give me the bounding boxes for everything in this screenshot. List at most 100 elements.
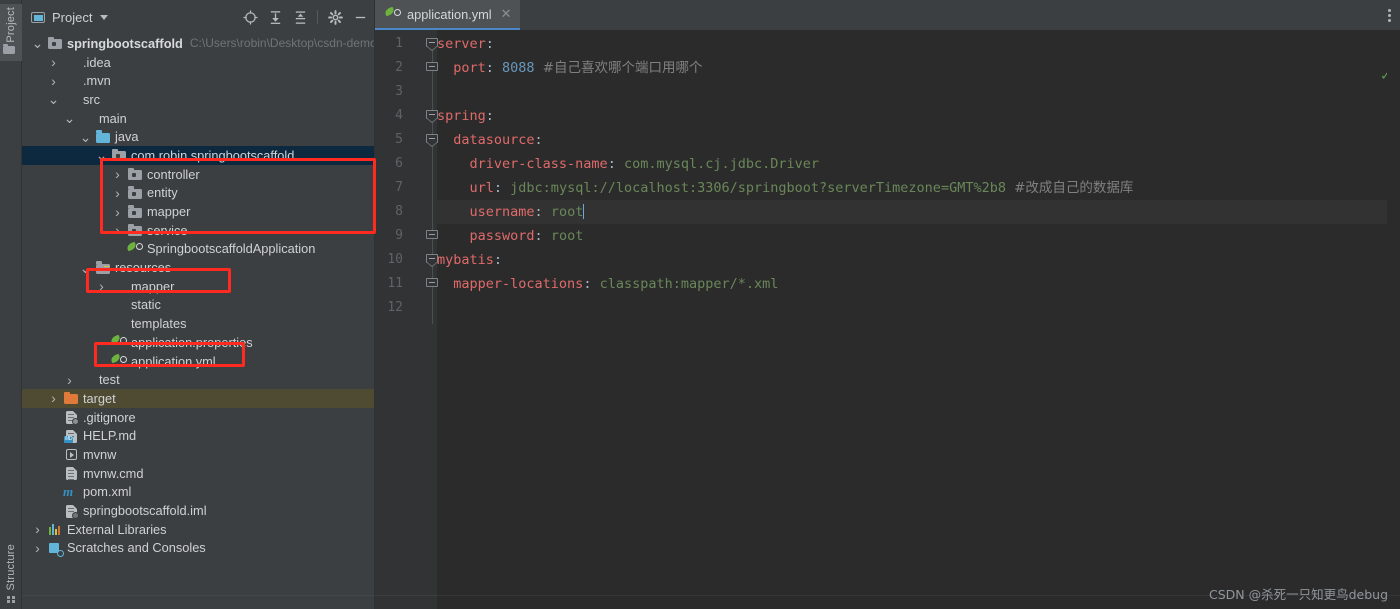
folder-gray-icon xyxy=(111,297,127,313)
chevron-right-icon[interactable]: › xyxy=(96,278,107,294)
tree-item-test[interactable]: › test xyxy=(22,370,375,389)
project-view-selector[interactable]: Project xyxy=(30,9,109,25)
tree-item-label: mapper xyxy=(147,204,191,220)
tree-item-main[interactable]: ⌄ main xyxy=(22,109,375,128)
code-token: #自己喜欢哪个端口用哪个 xyxy=(542,60,703,76)
rail-button-structure[interactable]: Structure xyxy=(0,544,22,603)
tab-application-yml[interactable]: application.yml ✕ xyxy=(375,0,520,30)
chevron-down-icon[interactable] xyxy=(100,14,109,20)
tree-item-mvnw[interactable]: mvnw xyxy=(22,445,375,464)
toolbar-separator xyxy=(317,10,318,24)
left-tool-rail: Project Structure xyxy=(0,0,22,609)
chevron-right-icon[interactable]: › xyxy=(112,185,123,201)
tree-item-com-robin-springbootscaffold[interactable]: ⌄ com.robin.springbootscaffold xyxy=(22,146,375,165)
tree-item-target[interactable]: › target xyxy=(22,389,375,408)
hide-panel-icon[interactable] xyxy=(349,6,371,28)
spring-config-icon xyxy=(110,334,127,350)
chevron-down-icon[interactable]: ⌄ xyxy=(96,148,108,162)
code-line-12[interactable] xyxy=(437,296,1400,320)
tree-item-resources[interactable]: ⌄ resources xyxy=(22,258,375,277)
code-editor[interactable]: 1 2 3 4 5 6 7 8 9 10 11 12 server: port: 8088 #自己喜欢… xyxy=(375,30,1400,609)
tree-item--gitignore[interactable]: .gitignore xyxy=(22,408,375,427)
tree-item-controller[interactable]: › controller xyxy=(22,165,375,184)
project-file-tree[interactable]: ⌄ springbootscaffold C:\Users\robin\Deskto… xyxy=(22,34,375,609)
chevron-right-icon[interactable]: › xyxy=(32,521,43,537)
tree-item-springbootscaffold-iml[interactable]: springbootscaffold.iml xyxy=(22,501,375,520)
tree-item-templates[interactable]: templates xyxy=(22,314,375,333)
chevron-down-icon[interactable]: ⌄ xyxy=(80,130,92,144)
chevron-right-icon[interactable]: › xyxy=(112,204,123,220)
tree-item-java[interactable]: ⌄ java xyxy=(22,127,375,146)
tree-item-label: Scratches and Consoles xyxy=(67,540,206,556)
tree-item-service[interactable]: › service xyxy=(22,221,375,240)
tree-item-label: service xyxy=(147,222,188,238)
chevron-right-icon[interactable]: › xyxy=(32,540,43,556)
code-line-7[interactable]: url: jdbc:mysql://localhost:3306/springb… xyxy=(437,176,1400,200)
code-line-8[interactable]: username: root xyxy=(437,200,1400,224)
rail-button-project[interactable]: Project xyxy=(0,4,22,61)
code-token: username xyxy=(437,204,535,220)
chevron-right-icon[interactable]: › xyxy=(112,166,123,182)
code-line-11[interactable]: mapper-locations: classpath:mapper/*.xml xyxy=(437,272,1400,296)
tab-bar-spacer xyxy=(520,0,1379,30)
code-token: : xyxy=(493,180,511,196)
code-line-10[interactable]: mybatis: xyxy=(437,248,1400,272)
code-token: server xyxy=(437,36,486,52)
settings-gear-icon[interactable] xyxy=(324,6,346,28)
chevron-right-icon[interactable]: › xyxy=(112,222,123,238)
expand-all-icon[interactable] xyxy=(264,6,286,28)
code-line-4[interactable]: spring: xyxy=(437,104,1400,128)
tree-item-entity[interactable]: › entity xyxy=(22,184,375,203)
code-line-3[interactable] xyxy=(437,80,1400,104)
tree-item-application-yml[interactable]: application.yml xyxy=(22,352,375,371)
code-token: : xyxy=(607,156,624,172)
code-line-2[interactable]: port: 8088 #自己喜欢哪个端口用哪个 xyxy=(437,56,1400,80)
tree-item-static[interactable]: static xyxy=(22,296,375,315)
tree-item--idea[interactable]: › .idea xyxy=(22,53,375,72)
tree-item--mvn[interactable]: › .mvn xyxy=(22,71,375,90)
editor-tab-bar: application.yml ✕ xyxy=(375,0,1400,30)
tree-item-src[interactable]: ⌄ src xyxy=(22,90,375,109)
chevron-right-icon[interactable]: › xyxy=(48,54,59,70)
code-content[interactable]: server: port: 8088 #自己喜欢哪个端口用哪个 spring: d… xyxy=(437,30,1400,609)
chevron-down-icon[interactable]: ⌄ xyxy=(48,92,60,106)
tree-item-application-properties[interactable]: application.properties xyxy=(22,333,375,352)
tree-item-external-libraries[interactable]: › External Libraries xyxy=(22,520,375,539)
tree-item-label: com.robin.springbootscaffold xyxy=(131,147,295,163)
folder-gray-icon xyxy=(79,372,95,388)
editor-gutter[interactable]: 1 2 3 4 5 6 7 8 9 10 11 12 xyxy=(375,30,438,609)
tree-item-label: test xyxy=(99,372,120,388)
chevron-right-icon[interactable]: › xyxy=(48,73,59,89)
scroll-from-source-icon[interactable] xyxy=(239,6,261,28)
tree-item-label: controller xyxy=(147,166,200,182)
tree-item-mapper[interactable]: › mapper xyxy=(22,202,375,221)
folder-gray-icon xyxy=(63,91,79,107)
tree-item-scratches-and-consoles[interactable]: › Scratches and Consoles xyxy=(22,539,375,558)
tree-item-springbootscaffold[interactable]: ⌄ springbootscaffold C:\Users\robin\Deskto… xyxy=(22,34,375,53)
tree-item-pom-xml[interactable]: m pom.xml xyxy=(22,483,375,502)
project-tool-window: Project ⌄ springbootscaffold C:\Users\ro… xyxy=(22,0,375,609)
tree-item-springbootscaffoldapplication[interactable]: SpringbootscaffoldApplication xyxy=(22,240,375,259)
chevron-down-icon[interactable]: ⌄ xyxy=(80,261,92,275)
tree-item-mvnw-cmd[interactable]: mvnw.cmd xyxy=(22,464,375,483)
code-line-9[interactable]: password: root xyxy=(437,224,1400,248)
tree-item-label: .mvn xyxy=(83,73,111,89)
resources-folder-icon xyxy=(95,260,111,276)
code-line-6[interactable]: driver-class-name: com.mysql.cj.jdbc.Dri… xyxy=(437,152,1400,176)
code-line-5[interactable]: datasource: xyxy=(437,128,1400,152)
code-line-1[interactable]: server: xyxy=(437,32,1400,56)
more-options-icon[interactable] xyxy=(1379,0,1400,30)
code-token: spring xyxy=(437,108,486,124)
editor-scrollbar[interactable] xyxy=(1387,60,1400,609)
code-token: datasource xyxy=(437,132,535,148)
chevron-down-icon[interactable]: ⌄ xyxy=(32,36,44,50)
close-icon[interactable]: ✕ xyxy=(501,6,512,22)
line-number: 8 xyxy=(395,204,403,219)
tree-item-help-md[interactable]: MD HELP.md xyxy=(22,426,375,445)
collapse-all-icon[interactable] xyxy=(289,6,311,28)
chevron-right-icon[interactable]: › xyxy=(64,372,75,388)
project-panel-header: Project xyxy=(22,0,375,34)
chevron-right-icon[interactable]: › xyxy=(48,390,59,406)
chevron-down-icon[interactable]: ⌄ xyxy=(64,111,76,125)
tree-item-mapper[interactable]: › mapper xyxy=(22,277,375,296)
